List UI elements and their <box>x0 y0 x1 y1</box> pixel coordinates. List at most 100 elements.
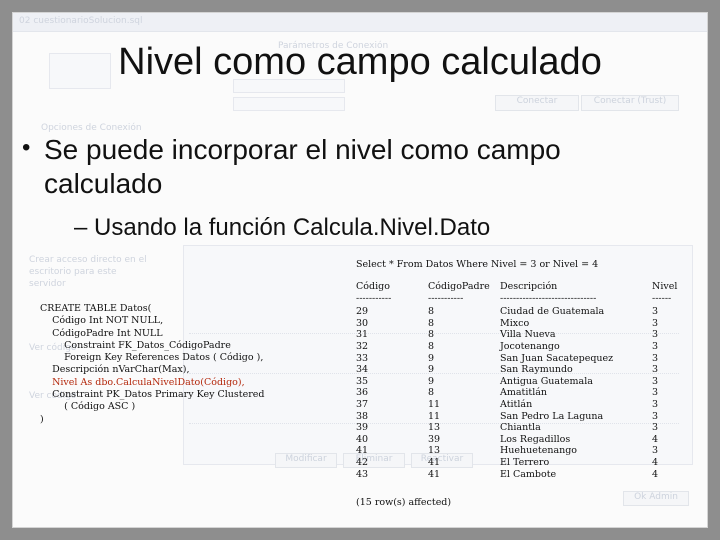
rows-affected: (15 row(s) affected) <box>356 497 452 508</box>
header-separator: ----------- <box>428 292 464 304</box>
table-cell: 43 <box>356 468 369 480</box>
code-line: Código Int NOT NULL, <box>40 315 164 327</box>
table-cell: 8 <box>428 329 435 341</box>
table-cell: 8 <box>428 341 435 352</box>
table-cell: 36 <box>356 387 369 399</box>
table-cell: Atitlán <box>500 399 533 410</box>
column-header: Descripción <box>500 281 558 292</box>
header-separator: ------------------------------ <box>500 292 597 304</box>
table-cell: 4 <box>652 468 659 480</box>
query-text: Select * From Datos Where Nivel = 3 or N… <box>356 259 599 270</box>
table-cell: Chiantla <box>500 422 541 434</box>
table-cell: 3 <box>652 341 659 352</box>
table-cell: Mixco <box>500 317 530 329</box>
table-cell: Jocotenango <box>500 341 560 352</box>
table-cell: Huehuetenango <box>500 445 578 457</box>
background-connection-options: Opciones de Conexión <box>41 123 142 133</box>
table-cell: 3 <box>652 422 659 434</box>
table-cell: 8 <box>428 387 435 399</box>
table-cell: 9 <box>428 375 435 387</box>
sub-bullet-item: – Usando la función Calcula.Nivel.Dato <box>74 214 490 242</box>
header-separator: ----------- <box>356 292 392 304</box>
table-cell: San Raymundo <box>500 364 573 376</box>
table-cell: El Cambote <box>500 468 557 480</box>
sub-bullet-text: Usando la función Calcula.Nivel.Dato <box>94 214 491 241</box>
table-cell: Villa Nueva <box>500 329 556 341</box>
table-cell: 3 <box>652 399 659 410</box>
background-shortcut-label-3: servidor <box>29 279 66 289</box>
background-shortcut-label-2: escritorio para este <box>29 267 117 277</box>
code-line: CREATE TABLE Datos( <box>40 303 152 314</box>
background-reactivate-button: Reactivar <box>411 453 473 468</box>
background-window-title: 02 cuestionarioSolucion.sql <box>19 16 143 26</box>
table-cell: 35 <box>356 375 369 387</box>
background-shortcut-label-1: Crear acceso directo en el <box>29 255 147 265</box>
background-connect-trust-button: Conectar (Trust) <box>581 95 679 111</box>
table-cell: 41 <box>356 445 369 457</box>
table-cell: 3 <box>652 445 659 457</box>
table-cell: 8 <box>428 317 435 329</box>
table-cell: San Pedro La Laguna <box>500 410 604 422</box>
code-line: Foreign Key References Datos ( Código ), <box>40 352 264 364</box>
table-cell: El Terrero <box>500 457 550 468</box>
table-cell: 9 <box>428 364 435 376</box>
table-cell: 31 <box>356 329 369 341</box>
table-cell: 4 <box>652 433 659 445</box>
table-cell: 37 <box>356 399 369 410</box>
table-cell: 4 <box>652 457 659 468</box>
code-line: ) <box>40 413 44 425</box>
table-cell: Ciudad de Guatemala <box>500 306 605 318</box>
table-cell: 3 <box>652 306 659 318</box>
column-header: Código <box>356 281 390 292</box>
table-cell: 3 <box>652 387 659 399</box>
background-field-2 <box>233 97 345 111</box>
column-header: CódigoPadre <box>428 281 490 292</box>
bullet-item: • Se puede incorporar el nivel como camp… <box>22 133 684 201</box>
table-cell: 13 <box>428 445 441 457</box>
sql-code-block: CREATE TABLE Datos( Código Int NOT NULL,… <box>40 303 264 426</box>
bullet-text: Se puede incorporar el nivel como campo … <box>44 134 561 200</box>
table-cell: 41 <box>428 468 441 480</box>
header-separator: ------ <box>652 292 672 304</box>
background-delete-button: Eliminar <box>343 453 405 468</box>
code-line: Descripción nVarChar(Max), <box>40 364 190 376</box>
table-cell: 13 <box>428 422 441 434</box>
table-cell: 39 <box>356 422 369 434</box>
table-cell: 32 <box>356 341 369 352</box>
table-cell: 8 <box>428 306 435 318</box>
sub-bullet-dash-icon: – <box>74 214 95 241</box>
table-cell: 3 <box>652 329 659 341</box>
table-cell: Los Regadillos <box>500 433 571 445</box>
table-cell: 3 <box>652 410 659 422</box>
table-cell: Amatitlán <box>500 387 548 399</box>
table-cell: 3 <box>652 317 659 329</box>
table-cell: 11 <box>428 399 441 410</box>
table-cell: 41 <box>428 457 441 468</box>
table-cell: 3 <box>652 352 659 364</box>
table-cell: 39 <box>428 433 441 445</box>
code-line: Constraint FK_Datos_CódigoPadre <box>40 339 231 351</box>
code-line: ( Código ASC ) <box>40 401 136 413</box>
table-cell: 40 <box>356 433 369 445</box>
table-cell: 9 <box>428 352 435 364</box>
code-line-calculated-field: Nivel As dbo.CalculaNivelDato(Código), <box>40 376 245 388</box>
background-ok-admin-button: Ok Admin <box>623 491 689 506</box>
table-cell: 30 <box>356 317 369 329</box>
bullet-dot-icon: • <box>22 134 31 161</box>
table-cell: 38 <box>356 410 369 422</box>
table-cell: 33 <box>356 352 369 364</box>
background-modify-button: Modificar <box>275 453 337 468</box>
table-cell: 3 <box>652 364 659 376</box>
table-cell: San Juan Sacatepequez <box>500 352 614 364</box>
table-cell: 34 <box>356 364 369 376</box>
code-line: CódigoPadre Int NULL <box>40 327 163 339</box>
table-cell: 29 <box>356 306 369 318</box>
table-cell: Antigua Guatemala <box>500 375 593 387</box>
code-line: Constraint PK_Datos Primary Key Clustere… <box>40 389 265 401</box>
slide-title: Nivel como campo calculado <box>118 41 602 83</box>
table-cell: 11 <box>428 410 441 422</box>
column-header: Nivel <box>652 281 678 292</box>
table-cell: 42 <box>356 457 369 468</box>
table-cell: 3 <box>652 375 659 387</box>
background-connect-button: Conectar <box>495 95 579 111</box>
